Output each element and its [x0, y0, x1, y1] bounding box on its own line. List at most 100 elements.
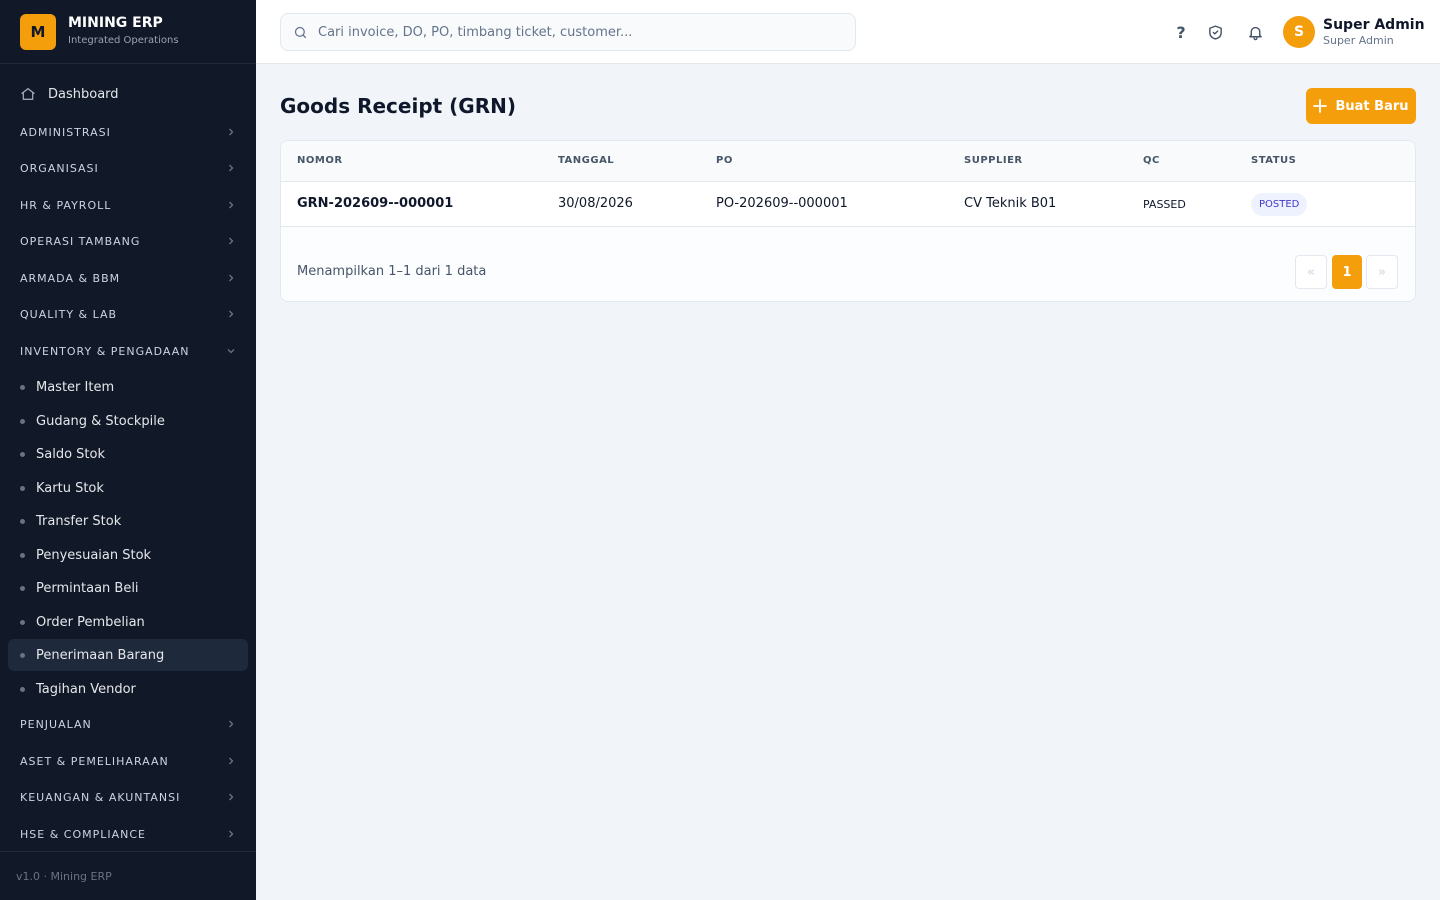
column-header-status[interactable]: STATUS: [1251, 155, 1296, 166]
sidebar-group-organisasi[interactable]: ORGANISASI: [8, 152, 248, 184]
sidebar-item-label: Penyesuaian Stok: [36, 547, 152, 563]
plus-icon: [1313, 99, 1328, 113]
sidebar-item-master-item[interactable]: Master Item: [8, 371, 248, 403]
column-header-supplier[interactable]: SUPPLIER: [964, 155, 1023, 166]
chevron-right-icon: [229, 274, 234, 282]
sidebar-group-armada-bbm[interactable]: ARMADA & BBM: [8, 262, 248, 294]
sidebar-group-penjualan[interactable]: PENJUALAN: [8, 708, 248, 740]
cell-tanggal: 30/08/2026: [558, 196, 633, 211]
column-header-po[interactable]: PO: [716, 155, 733, 166]
sidebar-item-label: Order Pembelian: [36, 614, 145, 630]
bullet-icon: [20, 686, 25, 692]
search-box[interactable]: [280, 13, 856, 51]
bullet-icon: [20, 552, 25, 558]
cell-supplier: CV Teknik B01: [964, 196, 1057, 211]
chevron-right-icon: [229, 201, 234, 209]
brand-subtitle: Integrated Operations: [68, 35, 179, 46]
sidebar-group-inventory-pengadaan[interactable]: INVENTORY & PENGADAAN: [8, 335, 248, 367]
chevron-right-icon: [229, 757, 234, 765]
sidebar-item-tagihan-vendor[interactable]: Tagihan Vendor: [8, 673, 248, 705]
column-header-tanggal[interactable]: TANGGAL: [558, 155, 614, 166]
bullet-icon: [20, 652, 25, 658]
sidebar-group-label: QUALITY & LAB: [20, 307, 118, 321]
table-footer: Menampilkan 1–1 dari 1 data « 1 »: [281, 227, 1415, 301]
chevron-right-icon: [229, 128, 234, 136]
bell-icon[interactable]: [1243, 20, 1267, 44]
bullet-icon: [20, 485, 25, 491]
sidebar-item-order-pembelian[interactable]: Order Pembelian: [8, 606, 248, 638]
chevron-right-icon: [229, 830, 234, 838]
sidebar-item-label: Transfer Stok: [36, 513, 122, 529]
sidebar-item-label: Saldo Stok: [36, 446, 105, 462]
avatar[interactable]: S: [1283, 16, 1315, 48]
user-role: Super Admin: [1323, 34, 1394, 47]
sidebar-group-label: PENJUALAN: [20, 717, 92, 731]
bullet-icon: [20, 418, 25, 424]
sidebar-item-permintaan-beli[interactable]: Permintaan Beli: [8, 572, 248, 604]
sidebar: M MINING ERP Integrated Operations Dashb…: [0, 0, 256, 900]
chevron-right-icon: [229, 164, 234, 172]
sidebar-group-label: ASET & PEMELIHARAAN: [20, 754, 169, 768]
sidebar-group-label: ORGANISASI: [20, 161, 99, 175]
sidebar-item-penerimaan-barang[interactable]: Penerimaan Barang: [8, 639, 248, 671]
sidebar-item-label: Master Item: [36, 379, 115, 395]
sidebar-group-label: INVENTORY & PENGADAAN: [20, 344, 190, 358]
topbar: ? S Super Admin Super Admin: [256, 0, 1440, 64]
sidebar-group-keuangan-akuntansi[interactable]: KEUANGAN & AKUNTANSI: [8, 781, 248, 813]
sidebar-group-label: HR & PAYROLL: [20, 198, 112, 212]
help-icon[interactable]: ?: [1169, 20, 1193, 44]
sidebar-footer: v1.0 · Mining ERP: [0, 851, 256, 900]
page-title: Goods Receipt (GRN): [280, 94, 516, 118]
user-name: Super Admin: [1323, 17, 1425, 33]
sidebar-group-quality-lab[interactable]: QUALITY & LAB: [8, 298, 248, 330]
bullet-icon: [20, 619, 25, 625]
cell-po: PO-202609--000001: [716, 196, 848, 211]
chevron-down-icon: [227, 349, 235, 354]
chevron-right-icon: [229, 310, 234, 318]
chevron-right-icon: [229, 793, 234, 801]
column-header-nomor[interactable]: NOMOR: [297, 155, 343, 166]
sidebar-group-label: ADMINISTRASI: [20, 125, 111, 139]
sidebar-group-label: OPERASI TAMBANG: [20, 234, 141, 248]
sidebar-group-hse-compliance[interactable]: HSE & COMPLIANCE: [8, 818, 248, 850]
sidebar-item-kartu-stok[interactable]: Kartu Stok: [8, 472, 248, 504]
table-header: NOMOR TANGGAL PO SUPPLIER QC STATUS: [281, 141, 1415, 182]
sidebar-item-label: Gudang & Stockpile: [36, 413, 165, 429]
bullet-icon: [20, 518, 25, 524]
chevron-right-icon: [229, 720, 234, 728]
bullet-icon: [20, 451, 25, 457]
search-input[interactable]: [318, 24, 838, 40]
cell-nomor[interactable]: GRN-202609--000001: [297, 196, 453, 211]
column-header-qc[interactable]: QC: [1143, 155, 1160, 166]
pagination-prev-button[interactable]: «: [1295, 255, 1327, 289]
sidebar-item-penyesuaian-stok[interactable]: Penyesuaian Stok: [8, 539, 248, 571]
sidebar-item-transfer-stok[interactable]: Transfer Stok: [8, 505, 248, 537]
new-button-label: Buat Baru: [1335, 98, 1409, 114]
shield-icon[interactable]: [1203, 20, 1227, 44]
sidebar-group-label: KEUANGAN & AKUNTANSI: [20, 790, 181, 804]
table-row[interactable]: GRN-202609--000001 30/08/2026 PO-202609-…: [281, 182, 1415, 227]
sidebar-item-label: Penerimaan Barang: [36, 647, 165, 663]
status-badge: POSTED: [1251, 193, 1308, 216]
sidebar-group-aset-pemeliharaan[interactable]: ASET & PEMELIHARAAN: [8, 745, 248, 777]
sidebar-group-hr-payroll[interactable]: HR & PAYROLL: [8, 189, 248, 221]
brand: M MINING ERP Integrated Operations: [0, 0, 256, 64]
sidebar-group-operasi-tambang[interactable]: OPERASI TAMBANG: [8, 225, 248, 257]
search-icon: [294, 26, 307, 38]
cell-qc: PASSED: [1143, 198, 1186, 211]
home-icon: [21, 88, 35, 100]
sidebar-item-saldo-stok[interactable]: Saldo Stok: [8, 438, 248, 470]
user-menu[interactable]: Super Admin Super Admin: [1323, 16, 1425, 48]
sidebar-item-label: Permintaan Beli: [36, 580, 139, 596]
sidebar-item-gudang-stockpile[interactable]: Gudang & Stockpile: [8, 405, 248, 437]
pagination-page-1[interactable]: 1: [1332, 255, 1362, 289]
bullet-icon: [20, 585, 25, 591]
sidebar-item-label: Kartu Stok: [36, 480, 104, 496]
sidebar-group-administrasi[interactable]: ADMINISTRASI: [8, 116, 248, 148]
pagination-next-button[interactable]: »: [1366, 255, 1398, 289]
sidebar-item-dashboard[interactable]: Dashboard: [8, 78, 248, 110]
new-button[interactable]: Buat Baru: [1306, 88, 1416, 124]
sidebar-item-label: Dashboard: [48, 86, 119, 102]
chevron-right-icon: [229, 237, 234, 245]
sidebar-group-label: HSE & COMPLIANCE: [20, 827, 146, 841]
